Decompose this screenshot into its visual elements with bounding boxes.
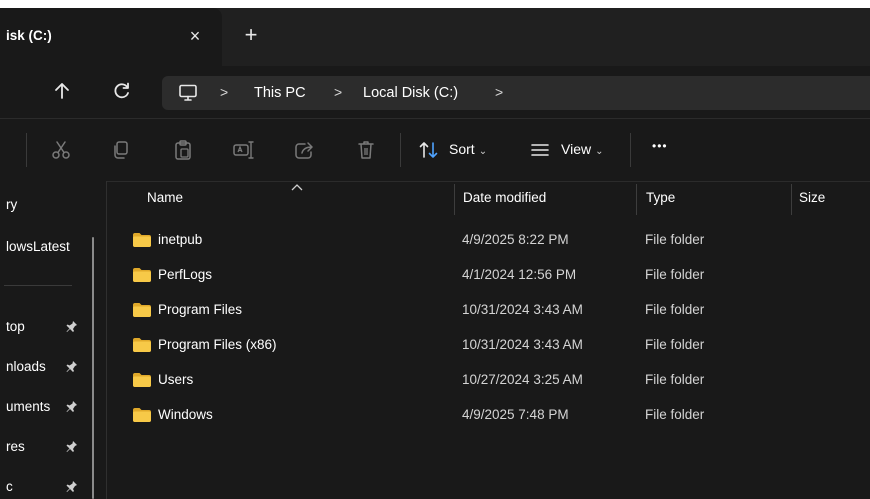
folder-icon <box>132 407 152 423</box>
sort-caret-icon <box>290 179 304 191</box>
paste-icon[interactable] <box>172 139 194 161</box>
file-row-perflogs[interactable]: PerfLogs 4/1/2024 12:56 PM File folder <box>107 257 870 292</box>
folder-icon <box>132 267 152 283</box>
nav-item-pictures[interactable]: res <box>6 439 25 454</box>
file-row-inetpub[interactable]: inetpub 4/9/2025 8:22 PM File folder <box>107 222 870 257</box>
column-divider[interactable] <box>791 184 792 215</box>
pin-icon <box>66 440 78 454</box>
share-icon[interactable] <box>293 139 315 161</box>
sort-arrows-icon <box>418 139 440 161</box>
pin-icon <box>66 320 78 334</box>
breadcrumb-separator[interactable]: > <box>495 84 503 100</box>
copy-icon[interactable] <box>110 139 132 161</box>
view-label: View <box>561 141 592 157</box>
folder-icon <box>132 232 152 248</box>
folder-icon <box>132 302 152 318</box>
file-date: 10/31/2024 3:43 AM <box>462 337 583 352</box>
file-type: File folder <box>645 407 705 422</box>
nav-divider <box>4 285 72 286</box>
navigation-bar: > This PC > Local Disk (C:) > <box>0 66 870 118</box>
nav-item-desktop[interactable]: top <box>6 319 25 334</box>
column-header-date-modified[interactable]: Date modified <box>463 190 546 205</box>
file-type: File folder <box>645 232 705 247</box>
file-type: File folder <box>645 372 705 387</box>
command-divider <box>26 133 27 167</box>
nav-item-downloads[interactable]: nloads <box>6 359 46 374</box>
view-lines-icon <box>530 139 552 161</box>
nav-item-gallery[interactable]: ry <box>6 197 17 212</box>
close-tab-icon[interactable]: × <box>185 26 205 46</box>
refresh-icon[interactable] <box>110 79 134 103</box>
nav-item-documents[interactable]: uments <box>6 399 50 414</box>
pin-icon <box>66 400 78 414</box>
file-name: Program Files (x86) <box>158 337 277 352</box>
chevron-down-icon: ⌄ <box>478 146 488 157</box>
command-bar: Sort ⌄ View ⌄ ••• <box>0 118 870 182</box>
file-row-windows[interactable]: Windows 4/9/2025 7:48 PM File folder <box>107 397 870 432</box>
file-row-program-files[interactable]: Program Files 10/31/2024 3:43 AM File fo… <box>107 292 870 327</box>
computer-icon <box>178 84 198 107</box>
tab-strip: isk (C:) × + <box>0 8 870 66</box>
file-date: 4/9/2025 7:48 PM <box>462 407 569 422</box>
column-header-type[interactable]: Type <box>646 190 675 205</box>
sort-label: Sort <box>449 141 475 157</box>
file-name: Windows <box>158 407 213 422</box>
file-type: File folder <box>645 267 705 282</box>
tab-local-disk[interactable]: isk (C:) × <box>0 8 222 66</box>
breadcrumb-this-pc[interactable]: This PC <box>254 85 306 101</box>
breadcrumb-separator: > <box>220 84 229 100</box>
folder-icon <box>132 337 152 353</box>
tab-title: isk (C:) <box>6 28 52 43</box>
folder-icon <box>132 372 152 388</box>
breadcrumb-separator[interactable]: > <box>334 84 342 100</box>
column-headers: Name Date modified Type Size <box>107 181 870 215</box>
breadcrumb-local-disk[interactable]: Local Disk (C:) <box>363 85 458 101</box>
pin-icon <box>66 360 78 374</box>
file-date: 10/31/2024 3:43 AM <box>462 302 583 317</box>
file-list: Name Date modified Type Size inetpub 4/9… <box>107 181 870 499</box>
chevron-down-icon: ⌄ <box>595 146 604 157</box>
command-divider <box>400 133 401 167</box>
file-name: PerfLogs <box>158 267 213 282</box>
file-row-program-files-x86[interactable]: Program Files (x86) 10/31/2024 3:43 AM F… <box>107 327 870 362</box>
address-bar[interactable]: > This PC > Local Disk (C:) > <box>162 76 870 110</box>
rename-icon[interactable] <box>232 139 254 161</box>
navigation-pane: ry lowsLatest top nloads uments res c <box>0 181 107 499</box>
nav-scrollbar[interactable] <box>92 237 94 499</box>
cut-icon[interactable] <box>50 139 72 161</box>
new-tab-button[interactable]: + <box>240 24 262 47</box>
column-header-name[interactable]: Name <box>147 190 183 205</box>
file-name: Users <box>158 372 194 387</box>
file-date: 4/1/2024 12:56 PM <box>462 267 577 282</box>
more-options-button[interactable]: ••• <box>652 139 668 153</box>
up-arrow-icon[interactable] <box>50 79 74 103</box>
file-type: File folder <box>645 302 705 317</box>
file-explorer-window: isk (C:) × + > This PC > Local Disk (C:)… <box>0 8 870 499</box>
file-name: inetpub <box>158 232 203 247</box>
file-date: 4/9/2025 8:22 PM <box>462 232 569 247</box>
file-type: File folder <box>645 337 705 352</box>
column-divider[interactable] <box>454 184 455 215</box>
column-divider[interactable] <box>636 184 637 215</box>
delete-icon[interactable] <box>355 139 377 161</box>
pin-icon <box>66 480 78 494</box>
file-row-users[interactable]: Users 10/27/2024 3:25 AM File folder <box>107 362 870 397</box>
file-name: Program Files <box>158 302 243 317</box>
column-header-size[interactable]: Size <box>799 190 825 205</box>
command-divider <box>630 133 631 167</box>
nav-item-windows-latest[interactable]: lowsLatest <box>6 239 70 254</box>
nav-item-music[interactable]: c <box>6 479 13 494</box>
file-date: 10/27/2024 3:25 AM <box>462 372 583 387</box>
